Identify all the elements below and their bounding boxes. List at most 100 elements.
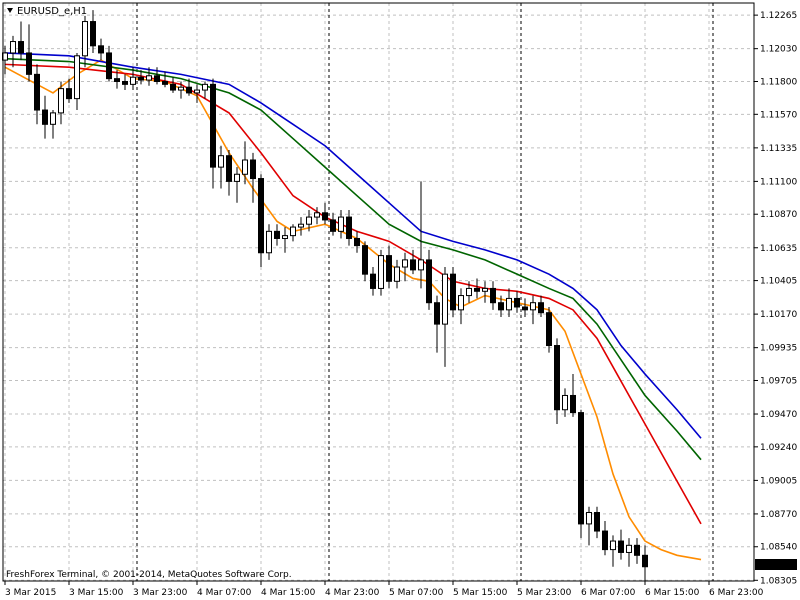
candle-body-bear: [474, 287, 480, 292]
time-tick-label: 3 Mar 23:00: [133, 588, 188, 598]
candle-body-bear: [410, 259, 416, 271]
candle-body-bear: [370, 273, 376, 289]
candle-body-bear: [434, 302, 440, 325]
current-price-label: 1.08399: [759, 561, 796, 571]
candle-body-bull: [562, 394, 568, 411]
price-tick-label: 1.10870: [760, 210, 797, 220]
candle-body-bull: [82, 21, 88, 57]
candle-body-bull: [394, 266, 400, 282]
candle-body-bull: [402, 259, 408, 268]
candle-body-bear: [538, 302, 544, 314]
candle-body-bull: [282, 235, 288, 239]
candle-body-bear: [138, 76, 144, 81]
candle-body-bear: [98, 45, 104, 54]
price-tick-label: 1.12030: [760, 45, 797, 55]
candle-body-bear: [170, 83, 176, 91]
price-tick-label: 1.08770: [760, 510, 797, 520]
candle-body-bull: [314, 212, 320, 218]
candle-body-bear: [186, 86, 192, 94]
candle-body-bear: [514, 297, 520, 308]
time-tick-label: 3 Mar 15:00: [69, 588, 124, 598]
candle-body-bull: [194, 89, 200, 94]
time-tick-label: 4 Mar 23:00: [325, 588, 380, 598]
candle-body-bear: [522, 306, 528, 311]
candle-body-bear: [26, 52, 32, 75]
candle-body-bear: [18, 41, 24, 54]
candle-body-bear: [498, 302, 504, 311]
symbol-label: EURUSD_e,H1: [17, 6, 87, 17]
candle-body-bear: [362, 245, 368, 275]
candle-body-bull: [506, 297, 512, 311]
candle-body-bear: [570, 394, 576, 414]
candle-body-bull: [306, 216, 312, 225]
candle-body-bear: [578, 412, 584, 525]
price-tick-label: 1.09705: [760, 376, 797, 386]
time-tick-label: 4 Mar 07:00: [197, 588, 252, 598]
price-tick-label: 1.08305: [760, 576, 797, 586]
candle-body-bear: [322, 212, 328, 221]
price-tick-label: 1.11570: [760, 110, 797, 120]
candle-body-bull: [58, 88, 64, 114]
candle-body-bear: [426, 259, 432, 304]
candle-body-bear: [554, 345, 560, 411]
candle-body-bear: [354, 237, 360, 247]
time-tick-label: 3 Mar 2015: [5, 588, 56, 598]
candle-body-bull: [234, 173, 240, 182]
price-tick-label: 1.11100: [760, 177, 797, 187]
candle-body-bull: [178, 86, 184, 91]
candle: [578, 409, 584, 539]
candle: [258, 174, 264, 268]
candle-body-bear: [346, 216, 352, 239]
candle-body-bull: [50, 112, 56, 125]
candle-body-bear: [546, 312, 552, 347]
candle-body-bear: [106, 52, 112, 80]
candle-body-bull: [442, 273, 448, 325]
candle-body-bear: [642, 554, 648, 568]
candle-body-bear: [602, 530, 608, 551]
candle-body-bear: [66, 88, 72, 100]
time-tick-label: 5 Mar 07:00: [389, 588, 444, 598]
candle-body-bull: [378, 255, 384, 289]
candle-body-bear: [90, 21, 96, 47]
candle-body-bull: [218, 155, 224, 168]
candle: [546, 306, 552, 353]
chart-background: [0, 0, 800, 600]
candle-body-bear: [490, 287, 496, 304]
candle-body-bull: [466, 287, 472, 297]
candle-body-bear: [634, 544, 640, 556]
candle-body-bear: [258, 178, 264, 254]
time-tick-label: 6 Mar 07:00: [581, 588, 636, 598]
candle-body-bear: [114, 78, 120, 82]
candle-body-bull: [458, 295, 464, 311]
copyright-text: FreshForex Terminal, © 2001-2014, MetaQu…: [6, 570, 292, 580]
symbol-header[interactable]: EURUSD_e,H1: [7, 6, 87, 17]
candle-body-bull: [74, 55, 80, 100]
candle-body-bear: [618, 540, 624, 553]
price-chart[interactable]: 1.12265 1.12030 1.11800 1.11570 1.11335 1.111…: [0, 0, 800, 600]
candle-body-bull: [298, 223, 304, 228]
price-tick-label: 1.08540: [760, 543, 797, 553]
candle-body-bull: [418, 259, 424, 271]
candle-body-bull: [10, 41, 16, 54]
time-tick-label: 6 Mar 15:00: [645, 588, 700, 598]
candle: [450, 267, 456, 317]
current-price-marker: 1.08399: [755, 559, 797, 571]
candle-body-bull: [202, 83, 208, 91]
price-tick-label: 1.09935: [760, 344, 797, 354]
candle-body-bull: [530, 302, 536, 311]
candle-body-bull: [130, 76, 136, 85]
candle: [378, 249, 384, 296]
price-tick-label: 1.09470: [760, 410, 797, 420]
price-tick-label: 1.09005: [760, 476, 797, 486]
time-tick-label: 5 Mar 23:00: [517, 588, 572, 598]
candle-body-bull: [146, 75, 152, 81]
price-tick-label: 1.10635: [760, 244, 797, 254]
candle-body-bear: [34, 73, 40, 111]
candle-body-bear: [250, 159, 256, 180]
candle-body-bull: [586, 511, 592, 525]
candle-body-bull: [610, 540, 616, 551]
candle-body-bear: [274, 230, 280, 239]
candle-body-bear: [594, 511, 600, 532]
candle-body-bear: [122, 80, 128, 85]
time-tick-label: 4 Mar 15:00: [261, 588, 316, 598]
